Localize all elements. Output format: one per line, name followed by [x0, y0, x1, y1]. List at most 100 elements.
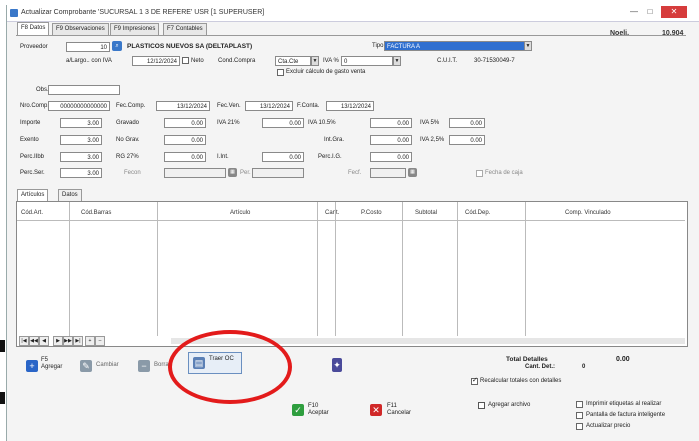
plus-icon[interactable]: + [26, 360, 38, 372]
iva105-field[interactable]: 0.00 [370, 118, 412, 128]
importe-label: Importe [20, 120, 41, 126]
prior-record-icon[interactable]: ◀ [39, 336, 49, 346]
fecha-field[interactable]: 12/12/2024 [132, 56, 180, 66]
total-detalles-value: 0.00 [616, 356, 630, 363]
f-conta-field[interactable]: 13/12/2024 [326, 101, 374, 111]
maximize-icon[interactable]: □ [643, 6, 657, 18]
fec-ven-field[interactable]: 13/12/2024 [245, 101, 293, 111]
obs-label: Obs. [36, 87, 49, 93]
agregar-archivo-label[interactable]: Agregar archivo [488, 402, 530, 408]
iva5-label: IVA 5% [420, 120, 440, 126]
iva21-field[interactable]: 0.00 [262, 118, 304, 128]
tab-datos-detalle[interactable]: Datos [58, 189, 82, 201]
perc-ser-field[interactable]: 3.00 [60, 168, 102, 178]
app-icon [10, 9, 18, 17]
prior-page-icon[interactable]: ◀◀ [29, 336, 39, 346]
edit-icon[interactable]: ✎ [80, 360, 92, 372]
int-gra-field[interactable]: 0.00 [370, 135, 412, 145]
int-gra-label: Int.Gra. [324, 137, 345, 143]
rg27-field[interactable]: 0.00 [164, 152, 206, 162]
nro-comp-field[interactable]: 00000000000000 [48, 101, 110, 111]
tab-impresiones[interactable]: F9 Impresiones [110, 23, 160, 35]
perc-iibb-field[interactable]: 3.00 [60, 152, 102, 162]
tab-contables[interactable]: F7 Contables [163, 23, 207, 35]
next-record-icon[interactable]: ▶ [53, 336, 63, 346]
no-grav-field[interactable]: 0.00 [164, 135, 206, 145]
chevron-down-icon[interactable]: ▼ [311, 56, 319, 66]
edge-mark [0, 340, 5, 352]
delete-icon[interactable]: − [138, 360, 150, 372]
pantalla-factura-label: Pantalla de factura inteligente [586, 412, 666, 418]
fecon-field[interactable] [164, 168, 226, 178]
imprimir-etiquetas-checkbox[interactable] [576, 401, 583, 408]
tipo-select[interactable]: FACTURA A [384, 41, 532, 51]
proveedor-name: PLASTICOS NUEVOS SA (DELTAPLAST) [127, 43, 253, 50]
articles-grid: Cód.Art. Cód.Barras Artículo Cant. P.Cos… [16, 201, 688, 347]
col-articulo[interactable]: Artículo [230, 210, 250, 216]
importe-field[interactable]: 3.00 [60, 118, 102, 128]
tab-observaciones[interactable]: F9 Observaciones [52, 23, 109, 35]
header-divider [17, 220, 685, 221]
excluir-checkbox[interactable] [277, 69, 284, 76]
chevron-down-icon[interactable]: ▼ [524, 41, 532, 51]
iva5-field[interactable]: 0.00 [449, 118, 485, 128]
checkmark-icon[interactable]: ✓ [292, 404, 304, 416]
pantalla-factura-checkbox[interactable] [576, 412, 583, 419]
grid-navigator: |◀ ◀◀ ◀ ▶ ▶▶ ▶| + – [19, 336, 169, 346]
calendar-icon[interactable]: ▦ [408, 168, 417, 177]
iva105-label: IVA 10.5% [308, 120, 336, 126]
proveedor-number-field[interactable]: 10 [66, 42, 110, 52]
calendar-icon[interactable]: ▦ [228, 168, 237, 177]
fecf-field[interactable] [370, 168, 406, 178]
perc-ig-field[interactable]: 0.00 [370, 152, 412, 162]
close-icon[interactable]: ✕ [661, 6, 687, 18]
fec-comp-field[interactable]: 13/12/2024 [156, 101, 210, 111]
fecha-caja-label: Fecha de caja [485, 170, 523, 176]
tool-icon[interactable]: ✦ [332, 358, 342, 372]
iva25-field[interactable]: 0.00 [449, 135, 485, 145]
col-cod-barras[interactable]: Cód.Barras [81, 210, 111, 216]
obs-field[interactable] [48, 85, 120, 95]
tab-divider [16, 35, 686, 36]
col-cod-dep[interactable]: Cód.Dep. [465, 210, 490, 216]
col-comp-vinculado[interactable]: Comp. Vinculado [565, 210, 611, 216]
first-record-icon[interactable]: |◀ [19, 336, 29, 346]
last-record-icon[interactable]: ▶| [73, 336, 83, 346]
cancel-icon[interactable]: ✕ [370, 404, 382, 416]
col-subtotal[interactable]: Subtotal [415, 210, 437, 216]
fecha-caja-checkbox[interactable] [476, 170, 483, 177]
iva21-label: IVA 21% [217, 120, 240, 126]
cant-det-value: 0 [582, 364, 586, 370]
next-page-icon[interactable]: ▶▶ [63, 336, 73, 346]
col-divider [317, 202, 318, 336]
per-field[interactable] [252, 168, 304, 178]
edge-mark [0, 392, 5, 404]
chevron-down-icon[interactable]: ▼ [393, 56, 401, 66]
delete-record-icon[interactable]: – [95, 336, 105, 346]
fecha-label: a/Largo.. con IVA [66, 58, 112, 64]
col-divider [457, 202, 458, 336]
attach-icon[interactable] [478, 402, 485, 409]
actualizar-precio-checkbox[interactable] [576, 423, 583, 430]
perc-ser-label: Perc.Ser. [20, 170, 45, 176]
exento-field[interactable]: 3.00 [60, 135, 102, 145]
col-cod-art[interactable]: Cód.Art. [21, 210, 43, 216]
gravado-field[interactable]: 0.00 [164, 118, 206, 128]
search-icon[interactable]: ⌕ [112, 41, 122, 51]
i-int-field[interactable]: 0.00 [262, 152, 304, 162]
agregar-button[interactable]: F5 Agregar [41, 357, 63, 371]
cancelar-button[interactable]: F11 Cancelar [387, 403, 413, 417]
cambiar-button[interactable]: Cambiar [96, 362, 119, 368]
recalcular-checkbox[interactable] [471, 376, 478, 385]
minimize-icon[interactable]: — [627, 6, 641, 18]
aceptar-button[interactable]: F10 Aceptar [308, 403, 330, 417]
col-cant[interactable]: Cant. [325, 210, 339, 216]
cond-compra-label: Cond.Compra [218, 58, 256, 64]
neto-checkbox[interactable] [182, 57, 189, 64]
cond-compra-select[interactable]: Cta.Cte [275, 56, 311, 66]
iva-select[interactable]: 0 [341, 56, 393, 66]
col-p-costo[interactable]: P.Costo [361, 210, 382, 216]
tab-datos[interactable]: F8 Datos [17, 22, 50, 35]
insert-record-icon[interactable]: + [85, 336, 95, 346]
tab-articulos[interactable]: Artículos [17, 189, 49, 201]
